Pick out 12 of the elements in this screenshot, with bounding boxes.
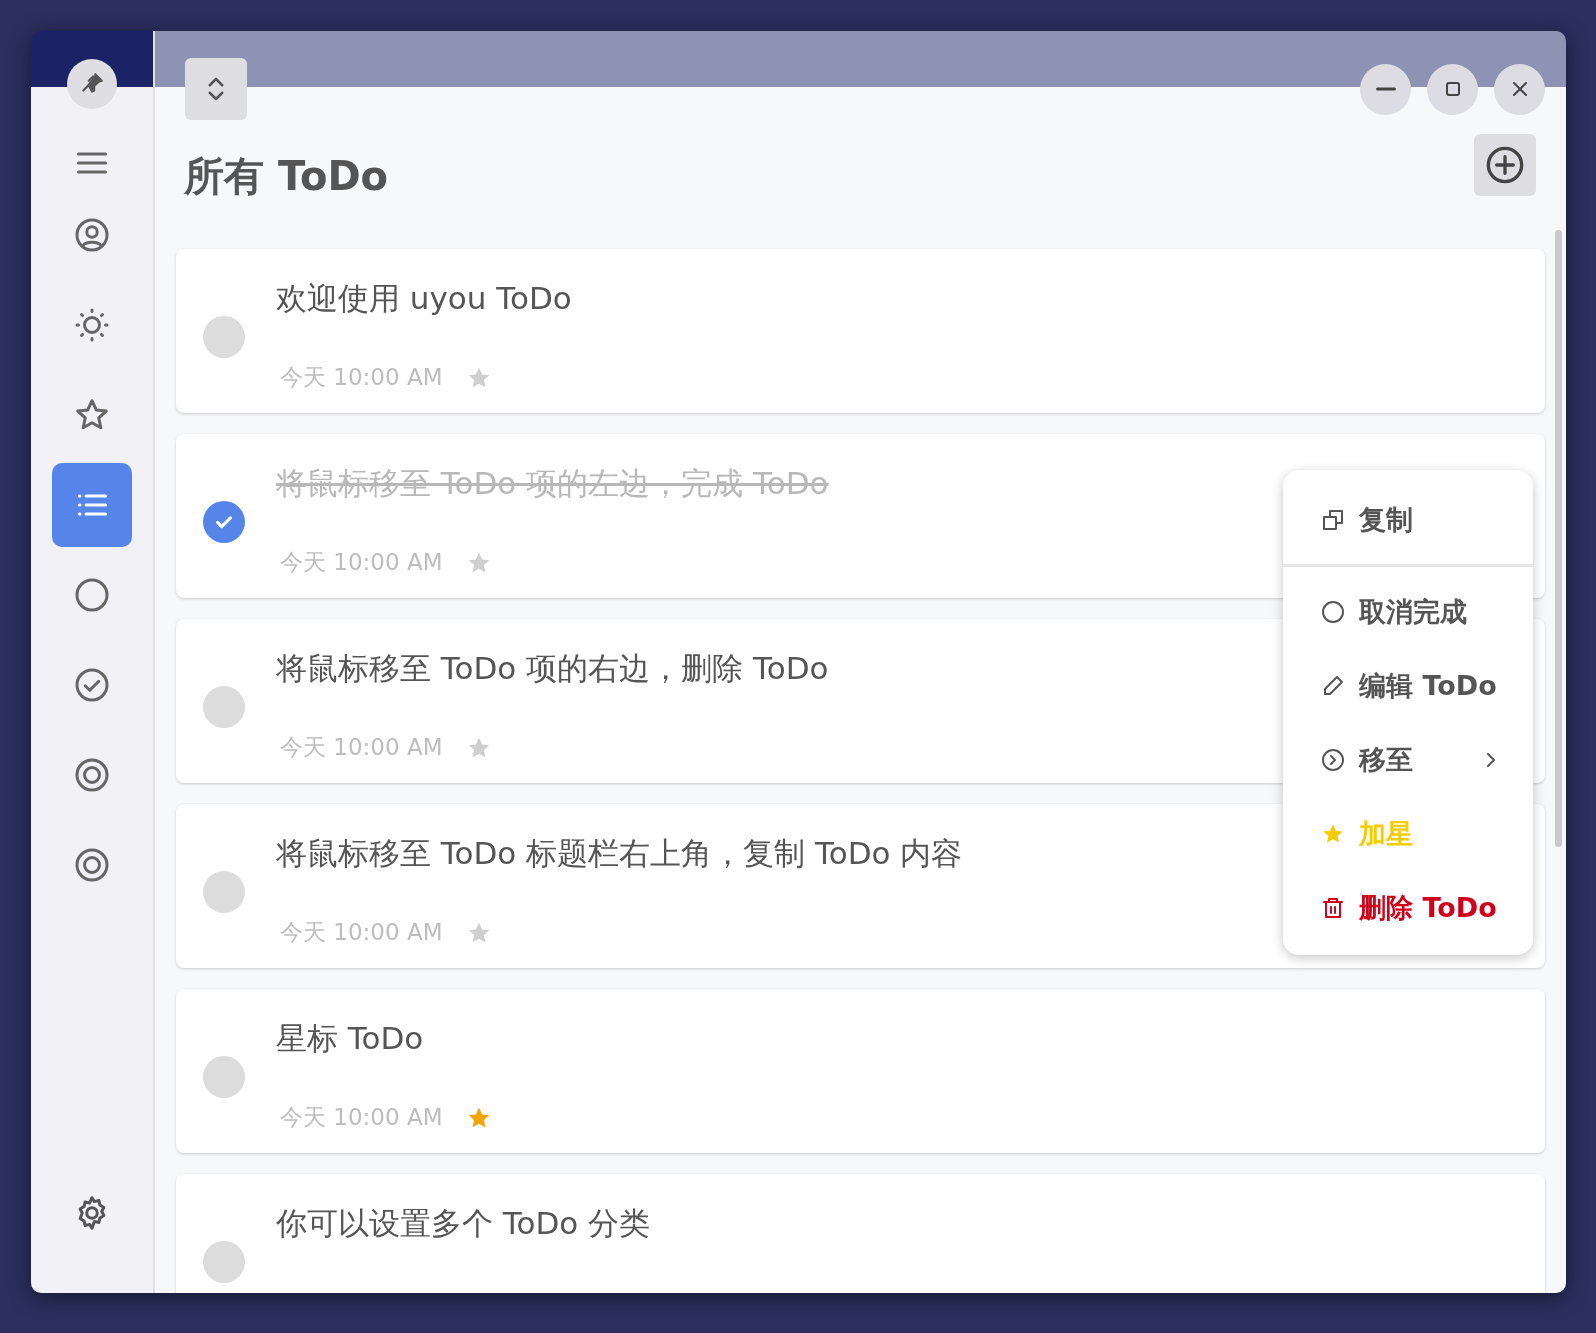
todo-time: 今天 10:00 AM: [280, 363, 443, 392]
todo-time: 今天 10:00 AM: [280, 918, 443, 947]
todo-title: 将鼠标移至 ToDo 项的右边，删除 ToDo: [276, 649, 829, 688]
todo-title: 欢迎使用 uyou ToDo: [276, 279, 572, 318]
todo-time: 今天 10:00 AM: [280, 548, 443, 577]
todo-title: 你可以设置多个 ToDo 分类: [276, 1204, 651, 1243]
todo-title: 将鼠标移至 ToDo 标题栏右上角，复制 ToDo 内容: [276, 834, 963, 873]
todo-time: 今天 10:00 AM: [280, 733, 443, 762]
page-title: 所有 ToDo: [184, 152, 389, 201]
todo-time: 今天 10:00 AM: [280, 1103, 443, 1132]
todo-title: 星标 ToDo: [276, 1019, 425, 1058]
todo-title: 将鼠标移至 ToDo 项的左边，完成 ToDo: [276, 464, 829, 503]
